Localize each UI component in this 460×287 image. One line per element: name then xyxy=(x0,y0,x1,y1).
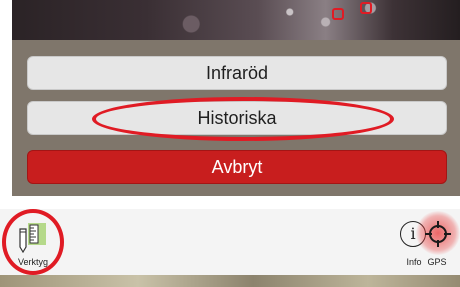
bottom-toolbar: Verktyg i Info GPS xyxy=(0,209,460,275)
map-background xyxy=(0,275,460,287)
layer-sheet-screenshot: Infraröd Historiska Avbryt xyxy=(12,0,460,196)
cancel-button[interactable]: Avbryt xyxy=(27,150,447,184)
gps-tool-button[interactable]: GPS xyxy=(414,209,460,275)
highlight-oval xyxy=(92,97,394,141)
gps-label: GPS xyxy=(427,257,447,267)
map-marker xyxy=(332,8,344,20)
toolbar-screenshot: Verktyg i Info GPS xyxy=(0,209,460,287)
map-marker xyxy=(360,2,372,14)
infrared-layer-button[interactable]: Infraröd xyxy=(27,56,447,90)
crosshair-icon xyxy=(425,221,451,247)
highlight-oval xyxy=(2,209,64,275)
map-background xyxy=(12,0,460,40)
